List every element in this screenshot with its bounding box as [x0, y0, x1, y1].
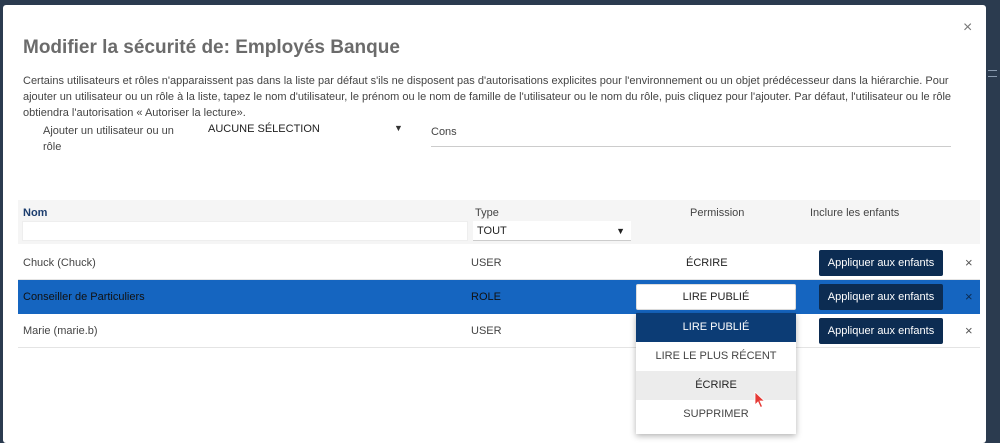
permission-option-delete[interactable]: SUPPRIMER [636, 400, 796, 429]
background-sidebar [986, 0, 1000, 443]
row-permission[interactable]: ÉCRIRE [686, 257, 728, 269]
remove-row-icon[interactable]: × [965, 255, 973, 270]
modal-description: Certains utilisateurs et rôles n'apparai… [23, 75, 952, 119]
table-row[interactable]: Chuck (Chuck) USER ÉCRIRE Appliquer aux … [18, 246, 980, 280]
permission-select[interactable]: LIRE PUBLIÉ [636, 284, 796, 310]
permission-dropdown-menu: LIRE PUBLIÉ LIRE LE PLUS RÉCENT ÉCRIRE S… [636, 313, 796, 434]
column-header-type[interactable]: Type [475, 207, 499, 219]
row-name: Marie (marie.b) [23, 325, 98, 337]
table-row-selected[interactable]: Conseiller de Particuliers ROLE LIRE PUB… [18, 280, 980, 314]
menu-icon[interactable] [988, 70, 997, 77]
type-filter-select[interactable]: TOUT ▼ [473, 221, 631, 241]
close-icon[interactable]: × [963, 19, 972, 37]
caret-down-icon: ▼ [394, 123, 403, 133]
user-role-select-value: AUCUNE SÉLECTION [208, 123, 320, 135]
remove-row-icon[interactable]: × [965, 323, 973, 338]
column-header-permission: Permission [690, 207, 745, 219]
apply-to-children-button[interactable]: Appliquer aux enfants [819, 250, 943, 276]
table-row[interactable]: Marie (marie.b) USER Appliquer aux enfan… [18, 314, 980, 348]
remove-row-icon[interactable]: × [965, 289, 973, 304]
permission-option-write[interactable]: ÉCRIRE [636, 371, 796, 400]
row-name: Chuck (Chuck) [23, 257, 96, 269]
apply-to-children-button[interactable]: Appliquer aux enfants [819, 284, 943, 310]
row-name: Conseiller de Particuliers [23, 291, 145, 303]
apply-to-children-button[interactable]: Appliquer aux enfants [819, 318, 943, 344]
name-filter-input[interactable] [22, 221, 468, 241]
row-type: USER [471, 257, 502, 269]
security-modal: × Modifier la sécurité de: Employés Banq… [3, 5, 986, 443]
column-header-children: Inclure les enfants [810, 207, 900, 219]
table-header: Nom Type Permission Inclure les enfants … [18, 200, 980, 244]
row-type: ROLE [471, 291, 501, 303]
user-role-select[interactable]: AUCUNE SÉLECTION ▼ [208, 123, 408, 135]
type-filter-value: TOUT [477, 225, 507, 237]
modal-title: Modifier la sécurité de: Employés Banque [23, 37, 400, 58]
caret-down-icon: ▼ [616, 226, 625, 236]
row-type: USER [471, 325, 502, 337]
permission-option-read-published[interactable]: LIRE PUBLIÉ [636, 313, 796, 342]
add-user-label: Ajouter un utilisateur ou un rôle [43, 125, 174, 153]
mouse-cursor-icon [754, 391, 766, 409]
permission-option-read-latest[interactable]: LIRE LE PLUS RÉCENT [636, 342, 796, 371]
search-input[interactable] [431, 123, 951, 147]
column-header-name[interactable]: Nom [23, 207, 47, 219]
